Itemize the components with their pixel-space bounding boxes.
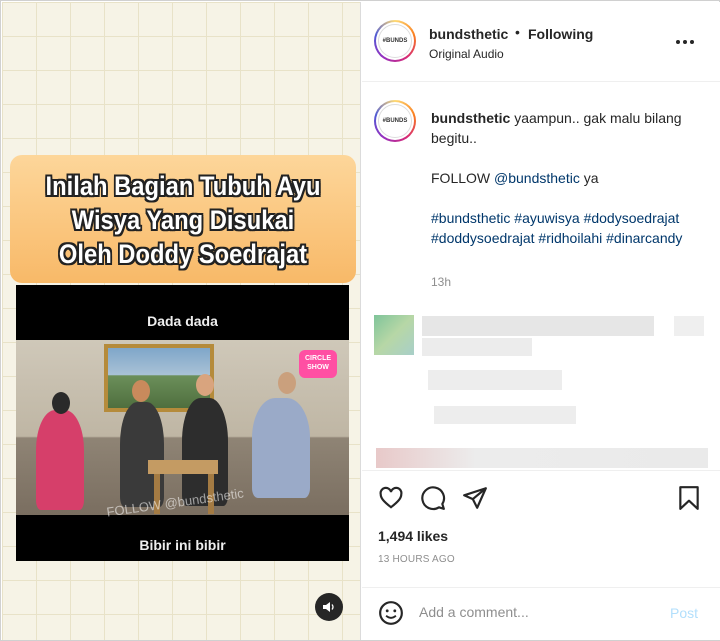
blurred-text — [422, 316, 654, 336]
headline-line: Oleh Doddy Soedrajat — [58, 239, 308, 269]
show-logo: CIRCLE SHOW — [299, 350, 337, 378]
video-scene: CIRCLE SHOW — [16, 340, 349, 515]
action-bar: 1,494 likes 13 HOURS AGO — [362, 470, 720, 590]
post-sidebar: #BUNDS bundsthetic • Following Original … — [362, 2, 720, 640]
post-comment-button[interactable]: Post — [670, 605, 698, 621]
blurred-text — [674, 316, 704, 336]
person-2-head — [132, 380, 150, 402]
comment-input[interactable] — [419, 604, 659, 620]
following-button[interactable]: Following — [528, 26, 593, 42]
blurred-text — [434, 406, 576, 424]
post-media[interactable]: Inilah Bagian Tubuh Ayu Wisya Yang Disuk… — [2, 2, 361, 640]
person-1 — [36, 410, 84, 510]
post-header: #BUNDS bundsthetic • Following Original … — [362, 2, 720, 82]
avatar-image: #BUNDS — [378, 24, 412, 58]
post-timestamp[interactable]: 13 HOURS AGO — [378, 554, 455, 565]
subtitle-bottom: Bibir ini bibir — [139, 537, 226, 553]
blurred-text — [376, 448, 708, 468]
hashtag-link[interactable]: #doddysoedrajat — [431, 230, 535, 246]
mention-link[interactable]: @bundsthetic — [494, 170, 580, 186]
person-4-head — [278, 372, 296, 394]
follow-prefix: FOLLOW — [431, 170, 495, 186]
person-4 — [252, 398, 310, 498]
hashtag-link[interactable]: #dodysoedrajat — [584, 210, 680, 226]
blurred-avatar — [374, 315, 414, 355]
heart-icon[interactable] — [378, 485, 404, 511]
header-username[interactable]: bundsthetic — [429, 26, 508, 42]
avatar[interactable]: #BUNDS — [374, 20, 416, 62]
headline-line: Inilah Bagian Tubuh Ayu — [45, 171, 321, 201]
emoji-icon[interactable] — [378, 600, 404, 626]
audio-link[interactable]: Original Audio — [429, 47, 504, 61]
person-1-head — [52, 392, 70, 414]
comment-bar: Post — [362, 587, 720, 640]
hashtag-link[interactable]: #dinarcandy — [606, 230, 682, 246]
coffee-table — [148, 460, 218, 474]
video-frame[interactable]: Dada dada CIRCLE SHOW FOLLOW @bundsthetic… — [16, 285, 349, 561]
blurred-text — [428, 370, 562, 390]
caption-username[interactable]: bundsthetic — [431, 110, 510, 126]
follow-suffix: ya — [579, 170, 599, 186]
person-3-head — [196, 374, 214, 396]
separator-dot: • — [515, 24, 520, 40]
speaker-icon — [323, 602, 334, 612]
headline-banner: Inilah Bagian Tubuh Ayu Wisya Yang Disuk… — [10, 155, 356, 283]
hashtag-link[interactable]: #ayuwisya — [514, 210, 579, 226]
hashtag-link[interactable]: #ridhoilahi — [538, 230, 602, 246]
caption-avatar[interactable]: #BUNDS — [374, 100, 416, 142]
comment-icon[interactable] — [420, 485, 446, 511]
like-count[interactable]: 1,494 likes — [378, 528, 448, 544]
more-options-icon[interactable] — [676, 40, 694, 44]
headline-text: Inilah Bagian Tubuh Ayu Wisya Yang Disuk… — [31, 169, 335, 271]
instagram-post-window: Inilah Bagian Tubuh Ayu Wisya Yang Disuk… — [0, 0, 720, 641]
blurred-text — [422, 338, 532, 356]
post-caption: bundsthetic yaampun.. gak malu bilang be… — [431, 108, 711, 248]
avatar-image: #BUNDS — [378, 104, 412, 138]
subtitle-top: Dada dada — [147, 313, 218, 329]
headline-line: Wisya Yang Disukai — [71, 205, 295, 235]
mute-button[interactable] — [315, 593, 343, 621]
bookmark-icon[interactable] — [676, 485, 702, 511]
caption-timestamp: 13h — [431, 275, 452, 289]
share-icon[interactable] — [462, 485, 488, 511]
hashtag-link[interactable]: #bundsthetic — [431, 210, 510, 226]
